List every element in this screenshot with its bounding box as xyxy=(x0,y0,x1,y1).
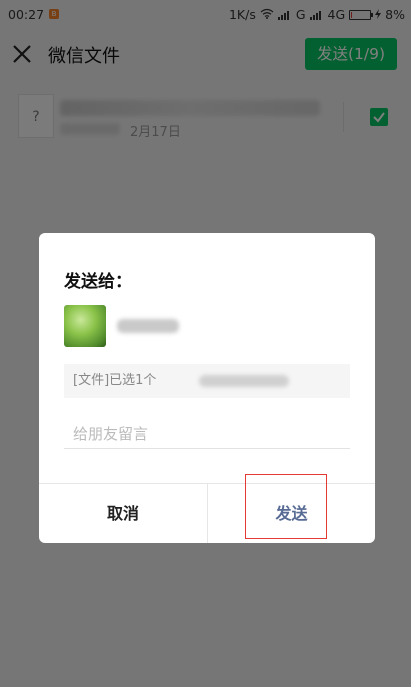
file-summary-redacted xyxy=(199,375,289,387)
file-summary-text: [文件]已选1个 xyxy=(73,373,157,388)
message-input[interactable] xyxy=(64,419,350,449)
screen: 00:27 B 1K/s G 4G xyxy=(0,0,411,687)
dialog-title: 发送给： xyxy=(64,272,132,292)
highlight-box xyxy=(245,474,327,539)
contact-name-redacted xyxy=(117,319,179,333)
avatar xyxy=(64,305,106,347)
cancel-button[interactable]: 取消 xyxy=(39,484,207,543)
file-summary: [文件]已选1个 xyxy=(64,364,350,398)
